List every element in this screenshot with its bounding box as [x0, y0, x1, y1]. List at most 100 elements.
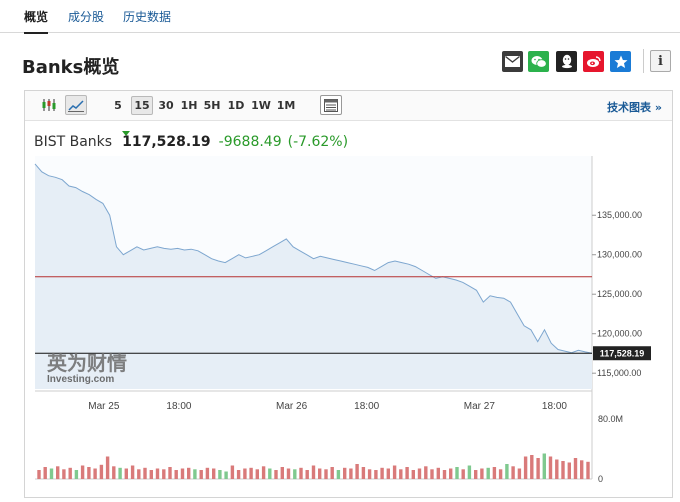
volume-bar — [430, 469, 434, 480]
volume-bar — [212, 468, 216, 479]
volume-bar — [411, 470, 415, 479]
watermark-cn: 英为财情 — [47, 351, 127, 375]
volume-bar — [311, 465, 316, 479]
volume-bar — [386, 468, 390, 479]
volume-bar — [355, 464, 359, 479]
volume-bar — [505, 464, 509, 479]
chart-panel: 5 15 30 1H 5H 1D 1W 1M 技术图表 » BIST Banks… — [24, 90, 673, 498]
y-tick-label: 125,000.00 — [597, 289, 642, 299]
volume-bar — [168, 467, 172, 479]
wechat-icon — [531, 55, 547, 68]
volume-bar — [93, 468, 97, 479]
volume-bar — [361, 467, 366, 479]
volume-bar — [449, 468, 453, 479]
volume-bar — [436, 467, 440, 480]
volume-bar — [99, 464, 104, 480]
volume-bar — [380, 467, 384, 480]
tab-components[interactable]: 成分股 — [68, 8, 104, 25]
volume-bar — [542, 453, 546, 479]
volume-bar — [399, 469, 403, 480]
qzone-icon — [614, 55, 627, 68]
current-price-label: 117,528.19 — [600, 349, 645, 359]
volume-bar — [68, 467, 72, 480]
volume-bar — [162, 469, 166, 480]
volume-tick-label: 0 — [598, 474, 603, 484]
volume-bar — [193, 469, 197, 480]
y-tick-label: 130,000.00 — [597, 250, 642, 260]
volume-bar — [143, 467, 147, 480]
volume-bar — [336, 470, 341, 479]
qzone-share-button[interactable] — [610, 51, 631, 72]
volume-tick-label: 80.0M — [598, 414, 623, 424]
volume-bar — [187, 467, 191, 480]
volume-bar — [105, 456, 110, 479]
volume-bar — [174, 470, 178, 479]
tab-overview[interactable]: 概览 — [24, 8, 49, 34]
weibo-share-button[interactable] — [583, 51, 604, 72]
info-icon: i — [658, 53, 663, 69]
volume-bar — [374, 470, 378, 479]
tab-historical-data[interactable]: 历史数据 — [123, 8, 171, 25]
volume-bar — [486, 467, 490, 480]
volume-bar — [417, 468, 422, 479]
volume-bar — [37, 470, 41, 479]
volume-bar — [480, 468, 484, 479]
volume-bar — [511, 466, 515, 480]
volume-bar — [218, 470, 222, 479]
volume-bar — [49, 468, 54, 479]
x-tick-label: Mar 27 — [464, 401, 496, 412]
volume-bar — [112, 466, 116, 480]
wechat-share-button[interactable] — [528, 51, 549, 72]
volume-bar — [305, 470, 309, 479]
volume-bar — [280, 467, 284, 479]
x-tick-label: Mar 26 — [276, 401, 308, 412]
volume-bar — [523, 456, 528, 479]
volume-bar — [137, 469, 141, 480]
volume-bar — [474, 470, 478, 479]
volume-bar — [548, 456, 553, 479]
watermark-en: Investing.com — [47, 374, 114, 385]
price-chart[interactable]: 117,528.19 135,000.00 130,000.00 125,000.0… — [25, 91, 672, 497]
volume-axis-ticks: 80.0M 0 — [598, 414, 623, 484]
volume-bar — [492, 467, 497, 479]
volume-bar — [243, 468, 247, 479]
x-tick-label: 18:00 — [354, 401, 379, 412]
page-title: Banks概览 — [22, 57, 120, 78]
volume-bar — [87, 467, 91, 479]
email-icon — [505, 56, 520, 67]
volume-bar — [586, 461, 590, 480]
volume-bar — [74, 470, 79, 479]
info-button[interactable]: i — [650, 50, 671, 72]
volume-bar — [224, 471, 228, 479]
volume-bar — [349, 468, 353, 479]
volume-bar — [573, 458, 578, 479]
volume-bar — [268, 468, 272, 479]
email-share-button[interactable] — [502, 51, 523, 72]
volume-bar — [498, 469, 503, 480]
volume-bar — [367, 469, 372, 480]
x-tick-label: 18:00 — [542, 401, 567, 412]
volume-bar — [318, 468, 322, 479]
volume-bar — [118, 467, 122, 480]
qq-share-button[interactable] — [556, 51, 577, 72]
volume-bar — [392, 465, 397, 479]
y-tick-label: 120,000.00 — [597, 329, 642, 339]
volume-bar — [555, 459, 559, 479]
volume-bar — [461, 469, 465, 480]
x-tick-label: 18:00 — [166, 401, 191, 412]
volume-bar — [517, 468, 522, 479]
volume-bar — [236, 470, 241, 479]
y-tick-label: 135,000.00 — [597, 210, 642, 220]
qq-icon — [561, 54, 572, 69]
volume-bar — [467, 465, 472, 479]
volume-bar — [324, 469, 328, 480]
volume-bar — [155, 468, 160, 479]
volume-bar — [56, 466, 60, 480]
volume-bar — [62, 469, 66, 480]
volume-bar — [567, 462, 571, 479]
volume-bar — [130, 465, 135, 479]
top-tabs: 概览 成分股 历史数据 — [0, 0, 680, 34]
y-tick-label: 115,000.00 — [597, 368, 641, 378]
volume-bar — [405, 467, 409, 479]
volume-bar — [299, 467, 303, 480]
